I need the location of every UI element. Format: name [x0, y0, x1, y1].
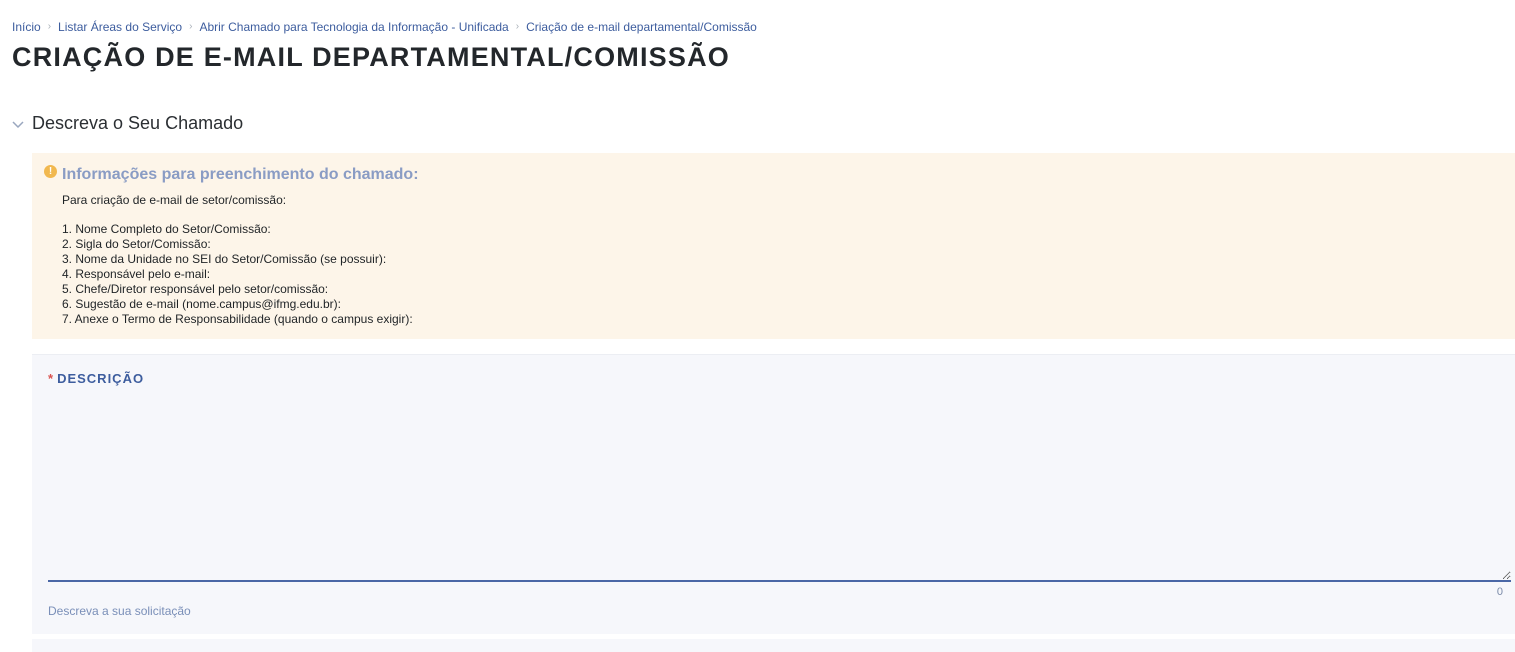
required-marker: *	[48, 371, 55, 386]
list-item: 7. Anexe o Termo de Responsabilidade (qu…	[62, 312, 413, 326]
info-list: 1. Nome Completo do Setor/Comissão: 2. S…	[62, 222, 413, 327]
breadcrumb-link-abrir-chamado[interactable]: Abrir Chamado para Tecnologia da Informa…	[199, 20, 508, 34]
warning-icon: !	[44, 165, 57, 178]
list-item: 1. Nome Completo do Setor/Comissão:	[62, 222, 271, 236]
info-box: ! Informações para preenchimento do cham…	[32, 153, 1515, 339]
list-item: 3. Nome da Unidade no SEI do Setor/Comis…	[62, 252, 387, 266]
list-item: 5. Chefe/Diretor responsável pelo setor/…	[62, 282, 329, 296]
breadcrumb: Início › Listar Áreas do Serviço › Abrir…	[12, 20, 757, 34]
chevron-right-icon: ›	[47, 21, 52, 32]
chevron-down-icon	[12, 120, 24, 128]
description-label: * DESCRIÇÃO	[48, 371, 144, 386]
breadcrumb-link-listar-areas[interactable]: Listar Áreas do Serviço	[58, 20, 182, 34]
description-textarea[interactable]	[48, 395, 1511, 582]
next-field-card	[32, 639, 1515, 652]
section-title: Descreva o Seu Chamado	[32, 113, 244, 133]
char-counter: 0	[1496, 586, 1503, 598]
page-title: CRIAÇÃO DE E-MAIL DEPARTAMENTAL/COMISSÃO	[12, 42, 730, 72]
description-card: * DESCRIÇÃO 0 Descreva a sua solicitação	[32, 354, 1515, 634]
section-toggle[interactable]: Descreva o Seu Chamado	[12, 113, 243, 134]
breadcrumb-link-current[interactable]: Criação de e-mail departamental/Comissão	[526, 20, 757, 34]
chevron-right-icon: ›	[189, 21, 193, 32]
description-label-text: DESCRIÇÃO	[57, 371, 145, 386]
list-item: 4. Responsável pelo e-mail:	[62, 267, 211, 281]
help-text: Descreva a sua solicitação	[48, 604, 191, 618]
info-intro: Para criação de e-mail de setor/comissão…	[62, 193, 287, 207]
info-title: Informações para preenchimento do chamad…	[62, 166, 419, 183]
list-item: 2. Sigla do Setor/Comissão:	[62, 237, 211, 251]
chevron-right-icon: ›	[515, 21, 520, 32]
list-item: 6. Sugestão de e-mail (nome.campus@ifmg.…	[62, 297, 341, 311]
breadcrumb-link-inicio[interactable]: Início	[12, 20, 41, 34]
